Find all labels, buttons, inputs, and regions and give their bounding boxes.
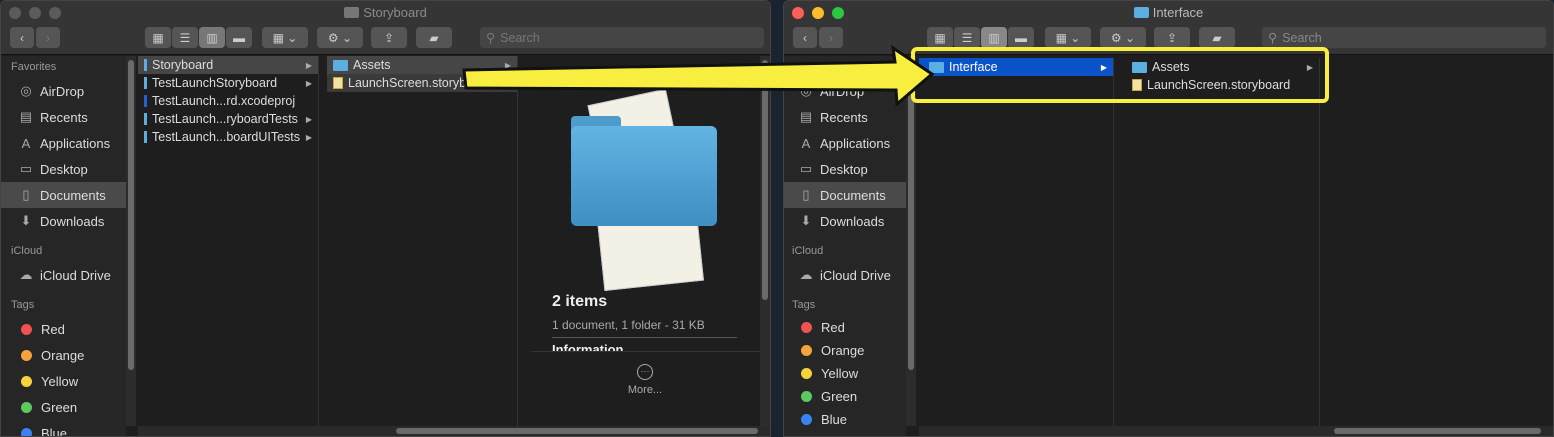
arrow-annotation (462, 44, 935, 108)
yellow-arrow (462, 44, 935, 108)
